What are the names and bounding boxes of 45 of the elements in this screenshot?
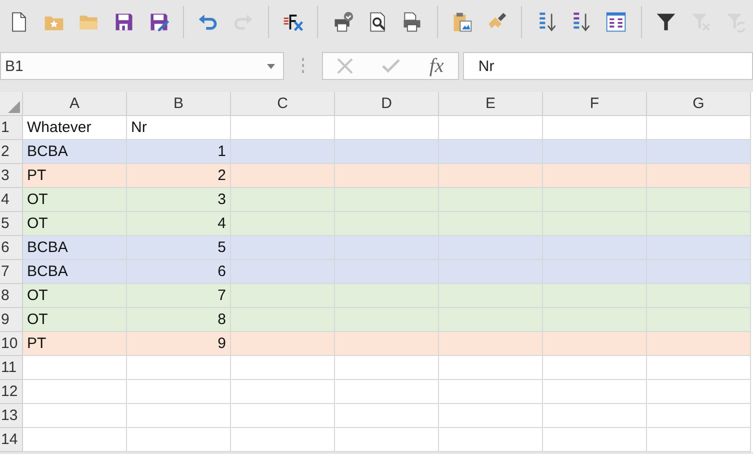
table-cell: 1 [127, 140, 231, 164]
table-cell: 3 [127, 188, 231, 212]
row-header[interactable]: 12 [0, 380, 23, 404]
table-cell: PT [23, 164, 127, 188]
row-header[interactable]: 13 [0, 404, 23, 428]
row-header[interactable]: 4 [0, 188, 23, 212]
formula-input[interactable]: Nr [463, 52, 753, 80]
table-cell: BCBA [23, 236, 127, 260]
row-header[interactable]: 6 [0, 236, 23, 260]
table-cell: 5 [127, 236, 231, 260]
table-cell: 8 [127, 308, 231, 332]
table-cell: 7 [127, 284, 231, 308]
table-cell: 4 [127, 212, 231, 236]
table-cell: 9 [127, 332, 231, 356]
table-cell: BCBA [23, 140, 127, 164]
table-cell: OT [23, 284, 127, 308]
caret-icon[interactable] [266, 64, 275, 68]
row-header[interactable]: 7 [0, 260, 23, 284]
row-header[interactable]: 1 [0, 116, 23, 140]
row-header[interactable]: 9 [0, 308, 23, 332]
column-header[interactable]: F [543, 92, 647, 116]
column-header[interactable]: G [647, 92, 751, 116]
table-cell: OT [23, 212, 127, 236]
row-header[interactable]: 10 [0, 332, 23, 356]
column-header[interactable]: E [439, 92, 543, 116]
column-header[interactable]: C [231, 92, 335, 116]
column-header[interactable]: D [335, 92, 439, 116]
table-cell: 2 [127, 164, 231, 188]
column-header[interactable]: A [23, 92, 127, 116]
row-header[interactable]: 14 [0, 428, 23, 452]
column-header[interactable]: B [127, 92, 231, 116]
row-header[interactable]: 2 [0, 140, 23, 164]
row-header[interactable]: 3 [0, 164, 23, 188]
name-box[interactable]: B1 [0, 52, 284, 80]
table-cell: OT [23, 188, 127, 212]
table-cell: BCBA [23, 260, 127, 284]
row-header[interactable]: 8 [0, 284, 23, 308]
row-header[interactable]: 11 [0, 356, 23, 380]
table-cell: 6 [127, 260, 231, 284]
grip-icon[interactable] [300, 58, 305, 74]
table-cell: PT [23, 332, 127, 356]
table-cell: OT [23, 308, 127, 332]
row-header[interactable]: 5 [0, 212, 23, 236]
insert-function-button[interactable]: fx [429, 54, 444, 78]
cell-reference: B1 [5, 58, 24, 74]
